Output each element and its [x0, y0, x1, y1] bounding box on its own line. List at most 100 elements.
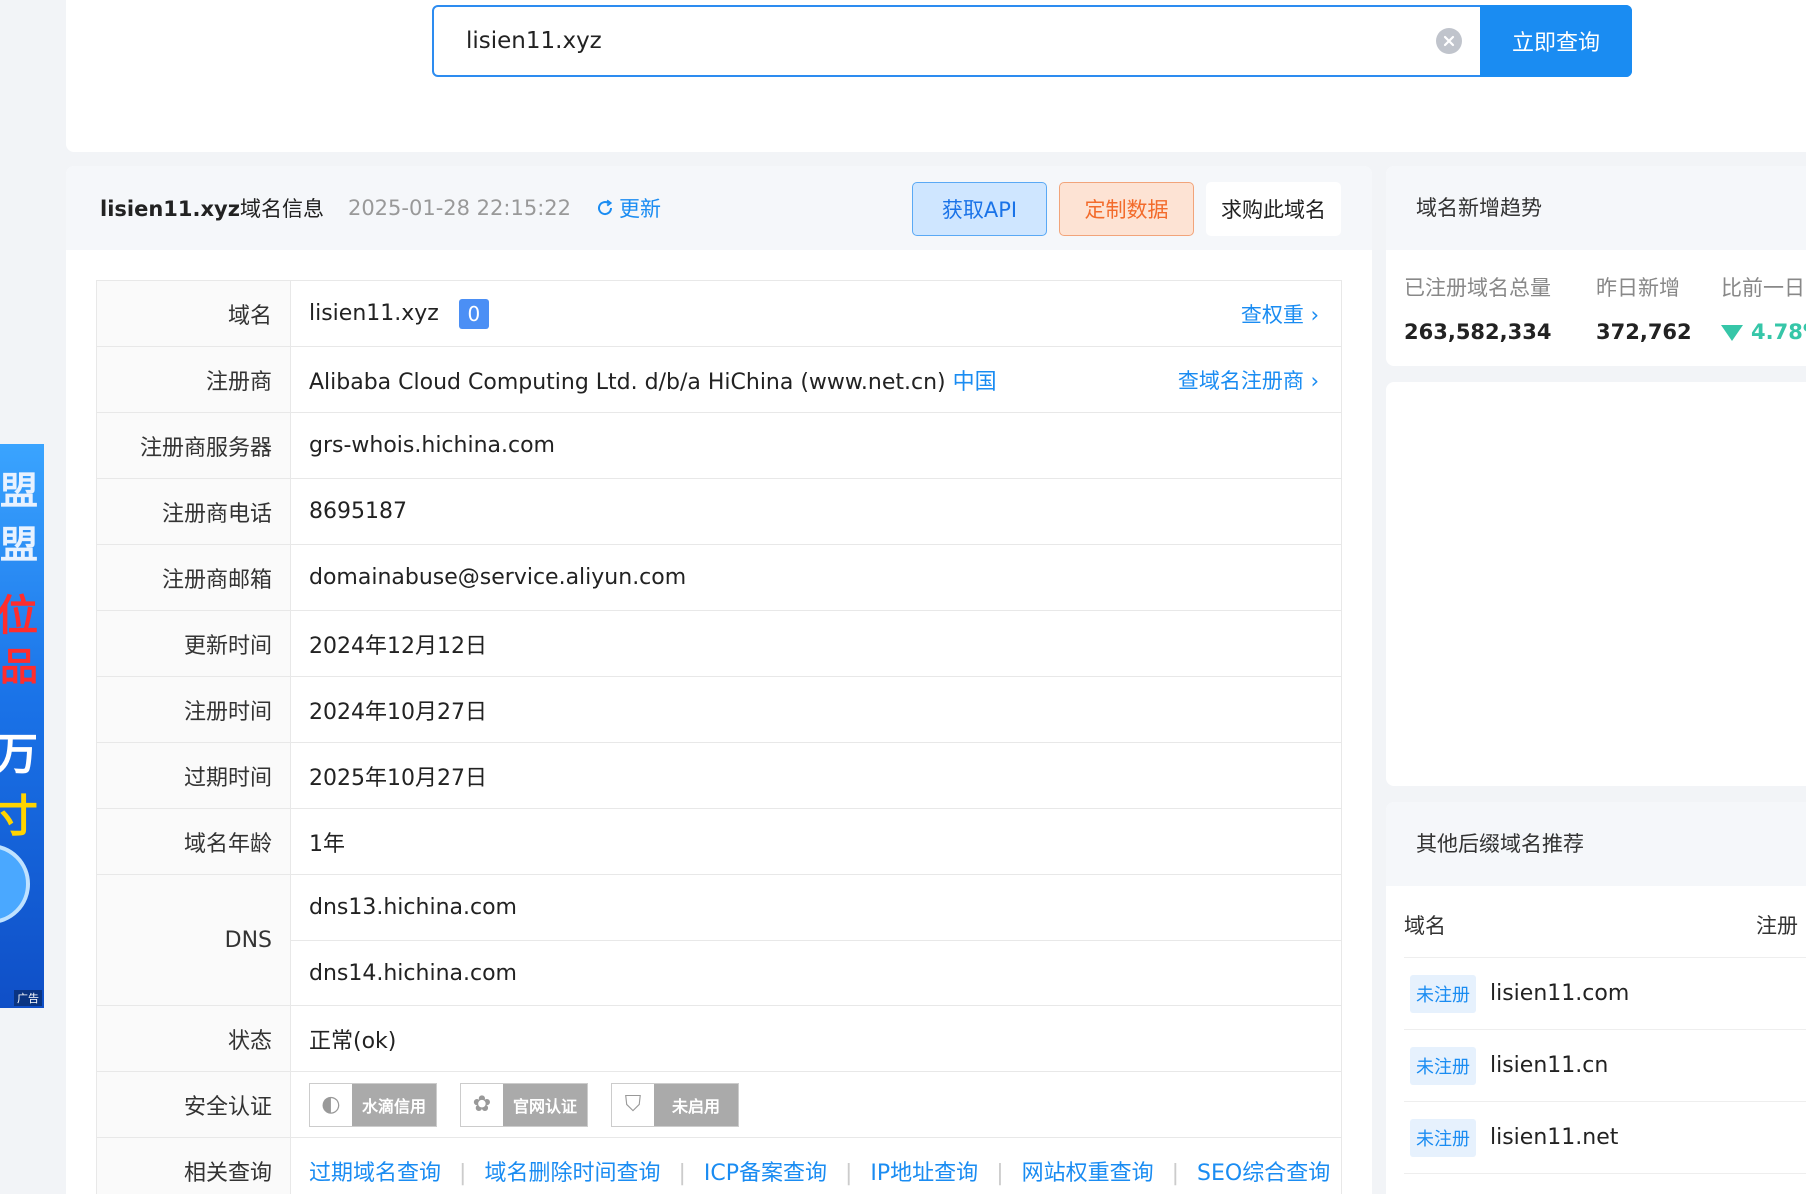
refresh-icon	[598, 199, 613, 216]
cert-badge-credit[interactable]: ◐ 水滴信用	[309, 1082, 437, 1127]
ad-banner[interactable]: 盟 盟 位 品 万 寸 广告	[0, 444, 44, 1008]
stat-value: 4.78%	[1751, 320, 1806, 344]
ad-text: 位	[0, 591, 38, 640]
recommend-domain[interactable]: lisien11.net	[1490, 1125, 1618, 1150]
related-link[interactable]: 网站权重查询	[1022, 1161, 1154, 1186]
related-link[interactable]: SEO综合查询	[1197, 1161, 1330, 1186]
info-timestamp: 2025-01-28 22:15:22	[347, 196, 571, 220]
get-api-button[interactable]: 获取API	[912, 182, 1047, 236]
recommend-row[interactable]: 未注册 lisien11.cn	[1404, 1030, 1806, 1102]
check-weight-link[interactable]: 查权重 ›	[1241, 299, 1319, 329]
email-value: domainabuse@service.aliyun.com	[290, 544, 1342, 611]
info-header: lisien11.xyz域名信息 2025-01-28 22:15:22 更新 …	[66, 166, 1372, 250]
stat-yesterday: 昨日新增 372,762	[1596, 272, 1692, 344]
domain-value: lisien11.xyz	[309, 300, 439, 326]
recommend-row[interactable]: 未注册 lisien11.com	[1404, 958, 1806, 1030]
row-email: 注册商邮箱 domainabuse@service.aliyun.com	[96, 544, 1342, 611]
row-label: 更新时间	[96, 610, 291, 677]
search-panel: 立即查询	[66, 0, 1806, 152]
row-label: 相关查询	[96, 1137, 291, 1194]
divider: |	[845, 1160, 853, 1186]
whois-server-value: grs-whois.hichina.com	[290, 412, 1342, 479]
ad-text: 寸	[0, 791, 38, 842]
triangle-down-icon	[1721, 325, 1743, 341]
unregistered-tag: 未注册	[1410, 1118, 1476, 1157]
check-weight-label: 查权重	[1240, 302, 1304, 327]
unregistered-tag: 未注册	[1410, 974, 1476, 1013]
row-label: 状态	[96, 1005, 291, 1072]
age-value: 1年	[290, 808, 1342, 875]
row-label: 安全认证	[96, 1071, 291, 1138]
row-status: 状态 正常(ok)	[96, 1005, 1342, 1072]
whois-table: 域名 lisien11.xyz 0 查权重 › 注册商 Alibaba Cloud…	[96, 280, 1342, 1194]
trend-chart-area	[1386, 382, 1806, 786]
refresh-label: 更新	[619, 197, 661, 221]
clear-icon[interactable]	[1436, 28, 1462, 54]
row-value-cell: ◐ 水滴信用 ✿ 官网认证 ⛉ 未启用	[290, 1071, 1342, 1138]
chevron-right-icon: ›	[1310, 302, 1319, 327]
row-whois-server: 注册商服务器 grs-whois.hichina.com	[96, 412, 1342, 479]
info-title: lisien11.xyz域名信息	[100, 193, 324, 223]
ad-graphic	[0, 844, 30, 924]
expires-value: 2025年10月27日	[290, 742, 1342, 809]
buy-domain-button[interactable]: 求购此域名	[1206, 182, 1341, 236]
search-input[interactable]	[434, 7, 1436, 75]
registrar-country-link[interactable]: 中国	[953, 370, 997, 395]
trend-card: 域名新增趋势 已注册域名总量 263,582,334 昨日新增 372,762 …	[1386, 166, 1806, 366]
column-header: 域名	[1404, 914, 1446, 938]
ssl-shield-icon: ⛉	[624, 1092, 642, 1117]
recommend-domain[interactable]: lisien11.com	[1490, 981, 1629, 1006]
recommend-title: 其他后缀域名推荐	[1386, 802, 1806, 886]
check-registrar-label: 查域名注册商	[1177, 368, 1304, 393]
cert-badge-official[interactable]: ✿ 官网认证	[460, 1082, 588, 1127]
weight-badge: 0	[458, 298, 489, 329]
search-box: 立即查询	[432, 5, 1632, 77]
ad-text: 盟	[0, 469, 38, 513]
row-label: 域名	[96, 280, 291, 347]
recommend-domain[interactable]: lisien11.cn	[1490, 1053, 1608, 1078]
row-age: 域名年龄 1年	[96, 808, 1342, 875]
row-created: 注册时间 2024年10月27日	[96, 676, 1342, 743]
refresh-link[interactable]: 更新	[595, 193, 661, 223]
unregistered-tag: 未注册	[1410, 1046, 1476, 1085]
updated-value: 2024年12月12日	[290, 610, 1342, 677]
cert-label: 未启用	[671, 1096, 720, 1116]
divider: |	[678, 1160, 686, 1186]
stat-value-wrap: 4.78%	[1721, 320, 1806, 344]
custom-data-button[interactable]: 定制数据	[1059, 182, 1194, 236]
check-registrar-link[interactable]: 查域名注册商 ›	[1178, 365, 1319, 395]
row-registrar: 注册商 Alibaba Cloud Computing Ltd. d/b/a H…	[96, 346, 1342, 413]
related-link[interactable]: 域名删除时间查询	[484, 1161, 660, 1186]
water-drop-icon: ◐	[321, 1092, 341, 1117]
row-label: 注册商邮箱	[96, 544, 291, 611]
search-button[interactable]: 立即查询	[1480, 5, 1632, 77]
cert-badge-ssl[interactable]: ⛉ 未启用	[611, 1082, 739, 1127]
trend-title: 域名新增趋势	[1386, 166, 1806, 250]
row-label: 过期时间	[96, 742, 291, 809]
related-link[interactable]: IP地址查询	[870, 1161, 978, 1186]
stat-label: 比前一日	[1721, 276, 1805, 300]
row-value-cell: lisien11.xyz 0 查权重 ›	[290, 280, 1342, 347]
row-value-cell: 过期域名查询 | 域名删除时间查询 | ICP备案查询 | IP地址查询 | 网站权重查询 | SE…	[290, 1137, 1342, 1194]
stat-label: 已注册域名总量	[1404, 276, 1551, 300]
row-security: 安全认证 ◐ 水滴信用 ✿ 官网认证 ⛉ 未启用	[96, 1071, 1342, 1138]
ad-text: 万	[0, 729, 38, 780]
row-updated: 更新时间 2024年12月12日	[96, 610, 1342, 677]
row-domain: 域名 lisien11.xyz 0 查权重 ›	[96, 280, 1342, 347]
ad-text: 盟	[0, 523, 38, 567]
row-label: 注册商	[96, 346, 291, 413]
related-link[interactable]: ICP备案查询	[704, 1161, 827, 1186]
stat-label: 昨日新增	[1596, 276, 1680, 300]
recommend-row[interactable]: 未注册 lisien11.net	[1404, 1102, 1806, 1174]
registrar-value: Alibaba Cloud Computing Ltd. d/b/a HiChi…	[309, 369, 946, 395]
ad-tag: 广告	[14, 990, 42, 1006]
row-expires: 过期时间 2025年10月27日	[96, 742, 1342, 809]
related-link[interactable]: 过期域名查询	[309, 1161, 441, 1186]
row-label: DNS	[96, 874, 291, 1006]
dns-server: dns13.hichina.com	[309, 895, 517, 920]
row-label: 域名年龄	[96, 808, 291, 875]
paw-icon: ✿	[472, 1092, 492, 1117]
cert-label: 水滴信用	[361, 1096, 426, 1116]
divider: |	[459, 1160, 467, 1186]
created-value: 2024年10月27日	[290, 676, 1342, 743]
